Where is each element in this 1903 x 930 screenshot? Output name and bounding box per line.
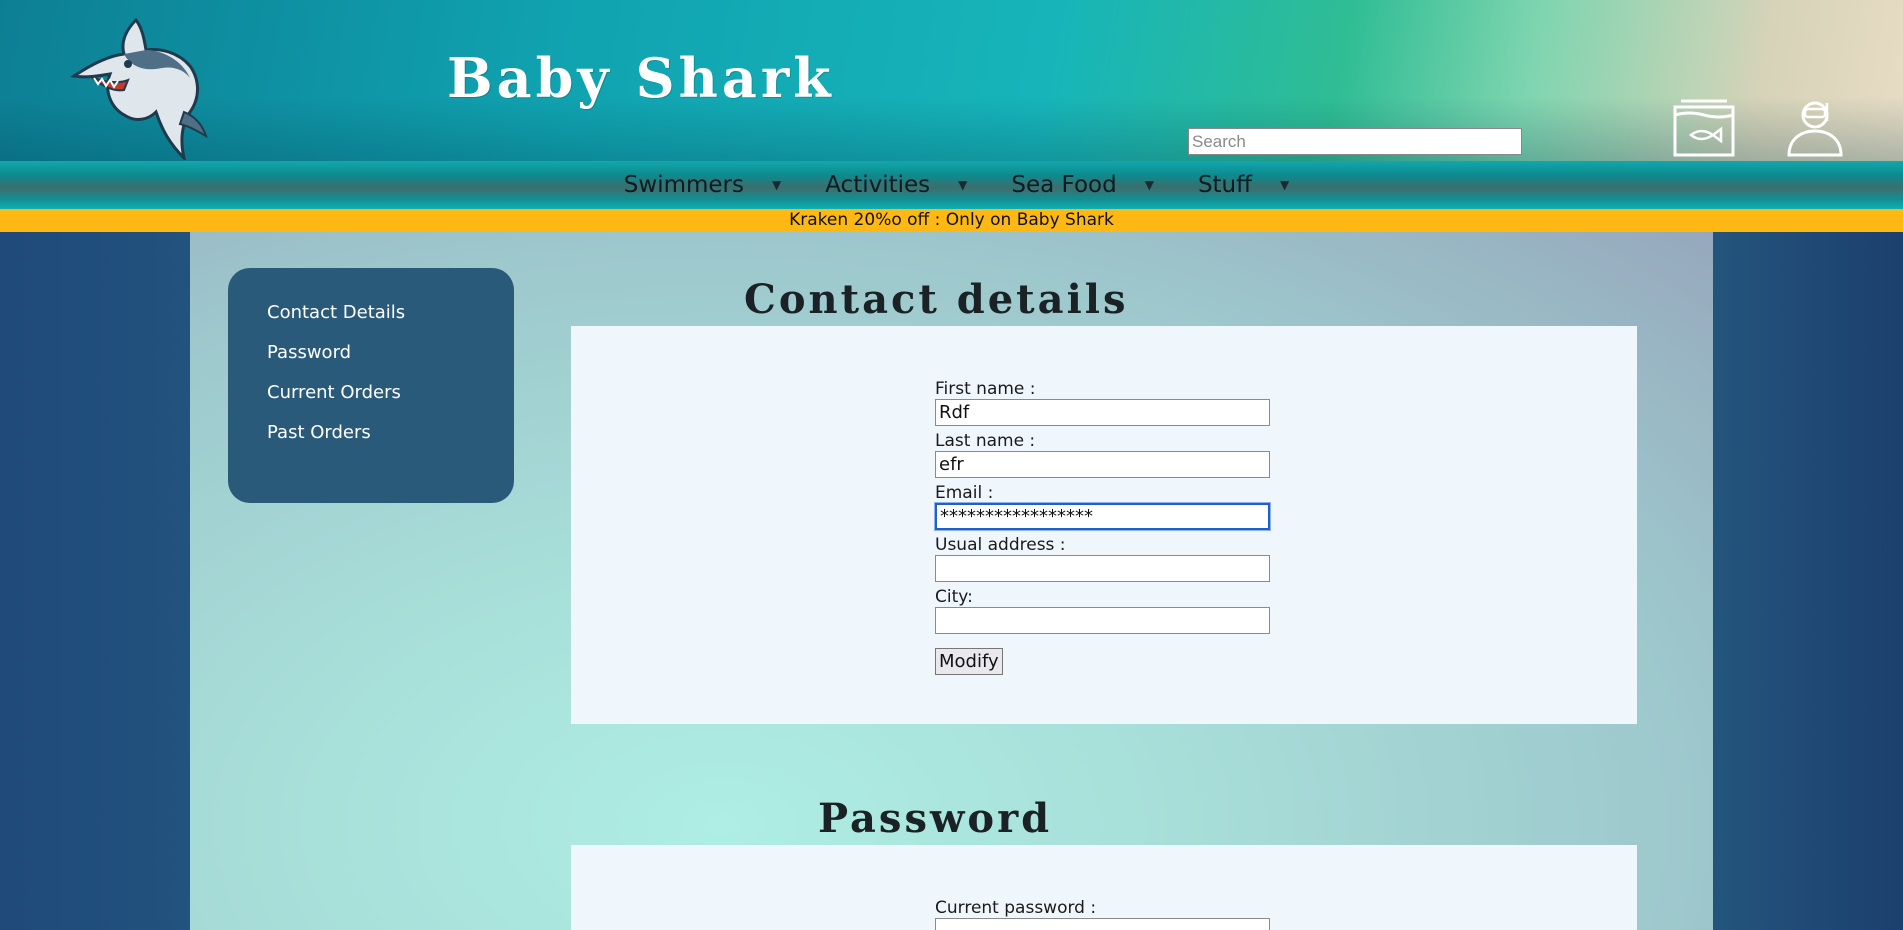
sidebar-item-past-orders[interactable]: Past Orders xyxy=(267,422,514,462)
usual-address-label: Usual address : xyxy=(935,535,1066,555)
last-name-label: Last name : xyxy=(935,431,1036,451)
nav-item-sea-food[interactable]: Sea Food ▼ xyxy=(989,172,1176,198)
usual-address-field[interactable] xyxy=(935,555,1270,582)
sidebar-item-current-orders[interactable]: Current Orders xyxy=(267,382,514,422)
caret-down-icon: ▼ xyxy=(1144,178,1154,192)
city-field[interactable] xyxy=(935,607,1270,634)
account-panel: Contact Details Password Current Orders … xyxy=(190,232,1713,930)
site-header: Baby Shark xyxy=(0,0,1903,161)
current-password-field[interactable] xyxy=(935,918,1270,930)
password-form: Current password : xyxy=(935,898,1271,930)
caret-down-icon: ▼ xyxy=(771,178,782,192)
modify-button[interactable]: Modify xyxy=(935,648,1003,675)
current-password-label: Current password : xyxy=(935,898,1097,918)
site-title[interactable]: Baby Shark xyxy=(447,46,835,110)
contact-details-title: Contact details xyxy=(744,276,1129,323)
caret-down-icon: ▼ xyxy=(958,178,968,192)
first-name-label: First name : xyxy=(935,379,1036,399)
search-input[interactable] xyxy=(1188,128,1522,155)
nav-item-label: Activities xyxy=(825,172,931,198)
email-field[interactable] xyxy=(934,502,1271,531)
first-name-field[interactable] xyxy=(935,399,1270,426)
sidebar-item-password[interactable]: Password xyxy=(267,342,514,382)
nav-item-label: Swimmers xyxy=(623,172,744,198)
caret-down-icon: ▼ xyxy=(1279,178,1290,192)
contact-details-card: First name : Last name : Email : Usual a… xyxy=(571,326,1637,724)
city-label: City: xyxy=(935,587,973,607)
password-card: Current password : xyxy=(571,845,1637,930)
nav-item-swimmers[interactable]: Swimmers ▼ xyxy=(602,172,803,198)
email-label: Email : xyxy=(935,483,994,503)
account-sidebar: Contact Details Password Current Orders … xyxy=(228,268,514,503)
shark-logo[interactable] xyxy=(66,12,208,160)
aquarium-cart-icon[interactable] xyxy=(1671,99,1737,157)
diver-user-icon[interactable] xyxy=(1785,97,1845,157)
password-title: Password xyxy=(818,795,1053,842)
last-name-field[interactable] xyxy=(935,451,1270,478)
sidebar-item-contact-details[interactable]: Contact Details xyxy=(267,302,514,342)
nav-item-activities[interactable]: Activities ▼ xyxy=(803,172,989,198)
contact-form: First name : Last name : Email : Usual a… xyxy=(934,379,1271,675)
nav-item-label: Sea Food xyxy=(1011,172,1117,198)
main-nav: Swimmers ▼ Activities ▼ Sea Food ▼ Stuff… xyxy=(0,161,1903,209)
nav-item-stuff[interactable]: Stuff ▼ xyxy=(1176,172,1311,198)
nav-item-label: Stuff xyxy=(1197,172,1252,198)
promo-banner: Kraken 20%o off : Only on Baby Shark xyxy=(0,209,1903,232)
